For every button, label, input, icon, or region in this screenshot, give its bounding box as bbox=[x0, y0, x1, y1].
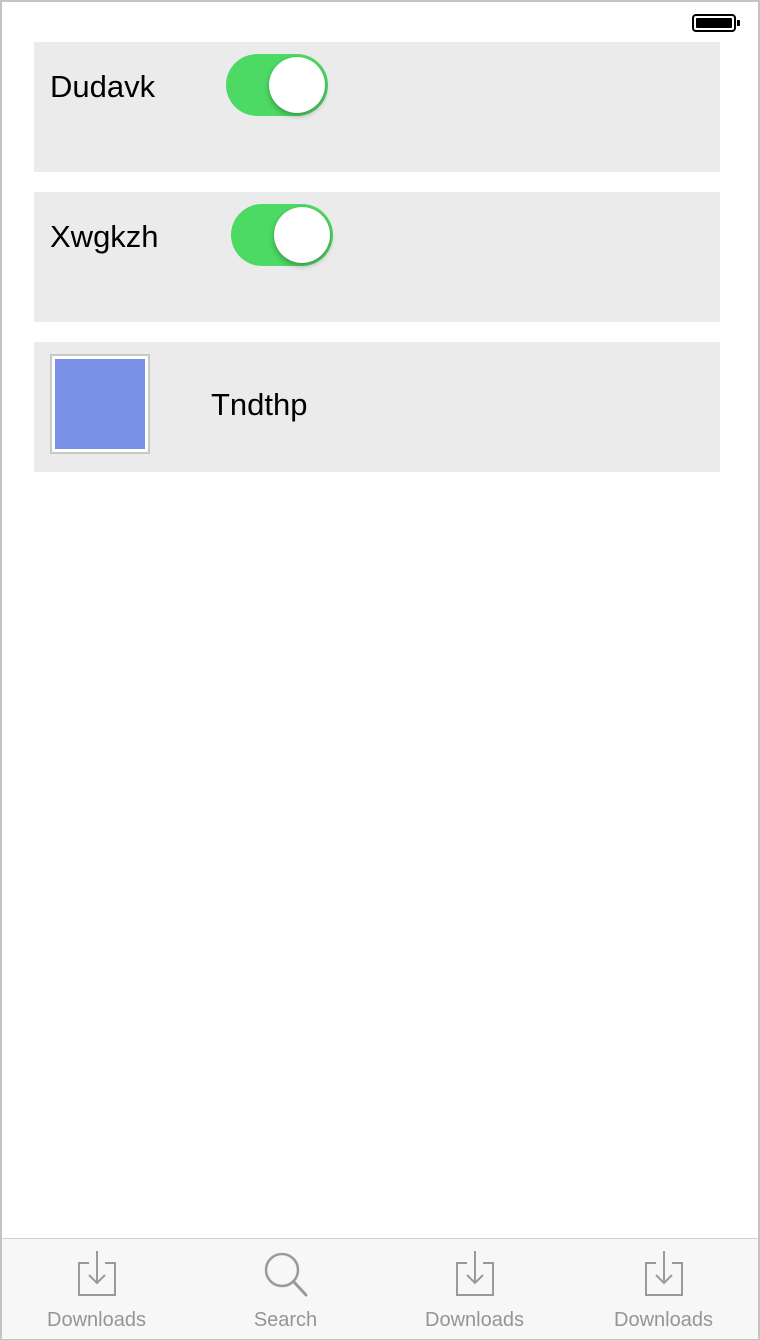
row-label: Tndthp bbox=[211, 387, 308, 422]
battery-icon bbox=[692, 14, 736, 32]
battery-tip bbox=[737, 20, 740, 26]
downloads-icon bbox=[455, 1251, 494, 1296]
tab-label: Downloads bbox=[425, 1309, 524, 1331]
toggle-knob bbox=[274, 207, 330, 263]
list-row-tndthp[interactable]: Tndthp bbox=[34, 342, 720, 472]
dudavk-toggle-switch[interactable] bbox=[226, 54, 328, 116]
downloads-icon bbox=[77, 1251, 116, 1296]
app-window: Dudavk Xwgkzh Tndthp Downloads Search Do… bbox=[0, 0, 760, 1340]
search-icon bbox=[264, 1252, 307, 1297]
tab-downloads-1[interactable]: Downloads bbox=[2, 1239, 191, 1339]
downloads-icon bbox=[644, 1251, 683, 1296]
toggle-knob bbox=[269, 57, 325, 113]
xwgkzh-toggle-switch[interactable] bbox=[231, 204, 333, 266]
tab-search[interactable]: Search bbox=[191, 1239, 380, 1339]
tab-label: Search bbox=[253, 1309, 318, 1331]
battery-level-fill bbox=[696, 18, 732, 28]
image-thumbnail bbox=[50, 354, 150, 454]
image-thumbnail-fill bbox=[55, 359, 145, 449]
tab-downloads-3[interactable]: Downloads bbox=[569, 1239, 758, 1339]
status-bar bbox=[2, 2, 758, 42]
tab-label: Downloads bbox=[47, 1309, 146, 1331]
list-row-xwgkzh: Xwgkzh bbox=[34, 192, 720, 322]
row-label: Dudavk bbox=[50, 69, 156, 104]
tab-label: Downloads bbox=[614, 1309, 713, 1331]
list-row-dudavk: Dudavk bbox=[34, 42, 720, 172]
tab-bar: Downloads Search Downloads Downloads bbox=[2, 1238, 758, 1339]
row-label: Xwgkzh bbox=[50, 219, 159, 254]
tab-downloads-2[interactable]: Downloads bbox=[380, 1239, 569, 1339]
